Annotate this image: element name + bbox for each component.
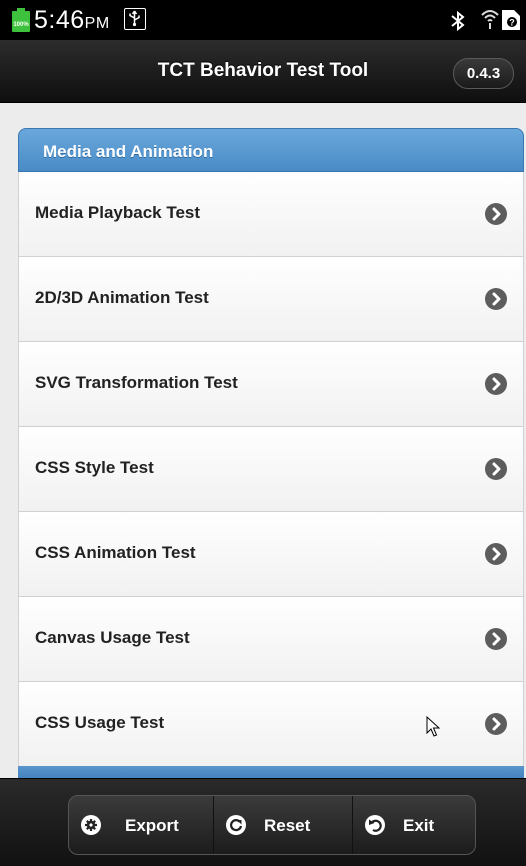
list-item-label: CSS Usage Test	[35, 713, 165, 732]
chevron-right-icon	[485, 628, 507, 650]
exit-button[interactable]: Exit	[353, 796, 475, 854]
list-header: Media and Animation	[18, 128, 524, 172]
chevron-right-icon	[485, 543, 507, 565]
clock-time: 5:46	[34, 6, 85, 34]
next-section-header	[18, 766, 524, 778]
version-badge[interactable]: 0.4.3	[453, 58, 514, 89]
chevron-right-icon	[485, 713, 507, 735]
reset-button[interactable]: Reset	[214, 796, 353, 854]
chevron-right-icon	[485, 373, 507, 395]
battery-percent: 100%	[13, 22, 29, 28]
title-bar: TCT Behavior Test Tool 0.4.3	[0, 40, 526, 103]
svg-text:?: ?	[509, 18, 515, 28]
button-group: Export Reset Exit	[68, 795, 476, 855]
wifi-icon	[481, 10, 499, 29]
list-item-canvas-usage[interactable]: Canvas Usage Test	[18, 597, 524, 682]
bluetooth-icon	[451, 10, 465, 32]
sim-icon: ?	[502, 10, 520, 30]
chevron-right-icon	[485, 458, 507, 480]
test-list: Media and Animation Media Playback Test …	[18, 128, 524, 778]
list-item-label: CSS Style Test	[35, 458, 154, 477]
status-bar: 100% 5:46PM ?	[0, 0, 526, 40]
reset-label: Reset	[264, 816, 311, 835]
gear-icon	[81, 815, 101, 835]
usb-icon	[124, 8, 146, 30]
list-item-media-playback[interactable]: Media Playback Test	[18, 172, 524, 257]
mouse-cursor-icon	[426, 716, 440, 737]
back-icon	[365, 815, 385, 835]
list-item-label: SVG Transformation Test	[35, 373, 238, 392]
battery-icon: 100%	[12, 8, 30, 32]
bottom-toolbar: Export Reset Exit	[0, 778, 526, 866]
list-item-label: Media Playback Test	[35, 203, 201, 222]
chevron-right-icon	[485, 203, 507, 225]
list-item-label: Canvas Usage Test	[35, 628, 190, 647]
clock-ampm: PM	[84, 15, 110, 32]
list-item-label: CSS Animation Test	[35, 543, 196, 562]
exit-label: Exit	[403, 816, 435, 835]
export-label: Export	[125, 816, 179, 835]
page-title: TCT Behavior Test Tool	[157, 60, 369, 81]
list-item-css-usage[interactable]: CSS Usage Test	[18, 682, 524, 767]
list-item-label: 2D/3D Animation Test	[35, 288, 209, 307]
clock: 5:46PM	[34, 6, 110, 35]
list-item-2d3d-animation[interactable]: 2D/3D Animation Test	[18, 257, 524, 342]
list-item-css-animation[interactable]: CSS Animation Test	[18, 512, 524, 597]
export-button[interactable]: Export	[69, 796, 214, 854]
list-item-css-style[interactable]: CSS Style Test	[18, 427, 524, 512]
refresh-icon	[226, 815, 246, 835]
list-item-svg-transformation[interactable]: SVG Transformation Test	[18, 342, 524, 427]
chevron-right-icon	[485, 288, 507, 310]
